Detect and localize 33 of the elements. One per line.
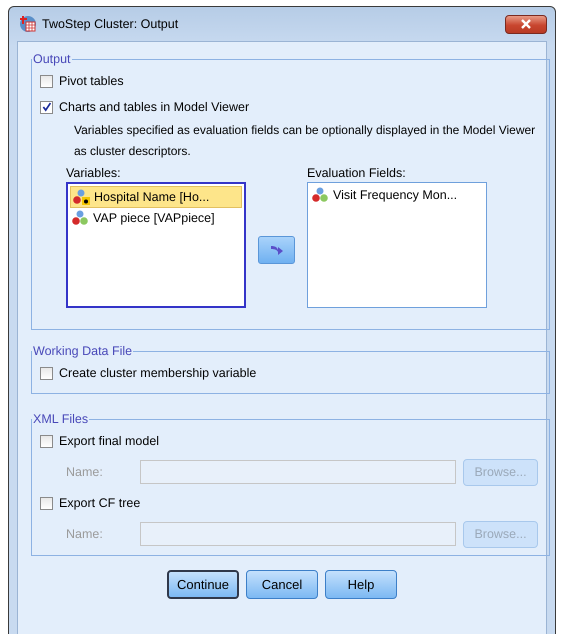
name-label: Name:: [66, 527, 104, 541]
arrow-icon: [270, 244, 284, 256]
name-label: Name:: [66, 465, 104, 479]
checkbox[interactable]: [40, 74, 53, 88]
help-button[interactable]: Help: [325, 570, 397, 599]
checkbox-label: Export CF tree: [59, 496, 140, 510]
checkbox-label: Create cluster membership variable: [59, 366, 256, 380]
checkbox-label: Export final model: [59, 434, 160, 448]
window-title: TwoStep Cluster: Output: [42, 17, 178, 31]
list-item[interactable]: Hospital Name [Ho...: [70, 186, 242, 208]
table-icon: [19, 15, 37, 33]
checkbox-label: Pivot tables: [59, 74, 124, 88]
close-button[interactable]: [505, 14, 547, 34]
group-legend: Working Data File: [32, 344, 134, 358]
nominal-variable-icon: [312, 187, 330, 203]
variables-list[interactable]: Hospital Name [Ho... VAP piece [VAPpiece]: [66, 182, 246, 308]
cancel-button[interactable]: Cancel: [246, 570, 318, 599]
list-label: Evaluation Fields:: [307, 166, 407, 182]
checkbox[interactable]: [40, 366, 53, 380]
group-legend: XML Files: [32, 412, 90, 426]
group-legend: Output: [32, 52, 72, 66]
checkbox-label: Charts and tables in Model Viewer: [59, 100, 250, 114]
nominal-variable-icon: [72, 210, 90, 226]
string-variable-icon: [73, 189, 91, 205]
list-item[interactable]: Visit Frequency Mon...: [310, 185, 484, 205]
move-button[interactable]: [258, 236, 295, 264]
description-text: Variables specified as evaluation fields can be optionally displayed in the Model Viewer as cluster descriptors.: [74, 122, 536, 160]
list-label: Variables:: [66, 166, 122, 182]
list-item[interactable]: VAP piece [VAPpiece]: [70, 208, 242, 228]
evaluation-fields-list[interactable]: Visit Frequency Mon...: [307, 182, 487, 308]
continue-button[interactable]: Continue: [167, 570, 239, 599]
close-icon: [520, 19, 532, 29]
checkbox[interactable]: [40, 100, 53, 114]
